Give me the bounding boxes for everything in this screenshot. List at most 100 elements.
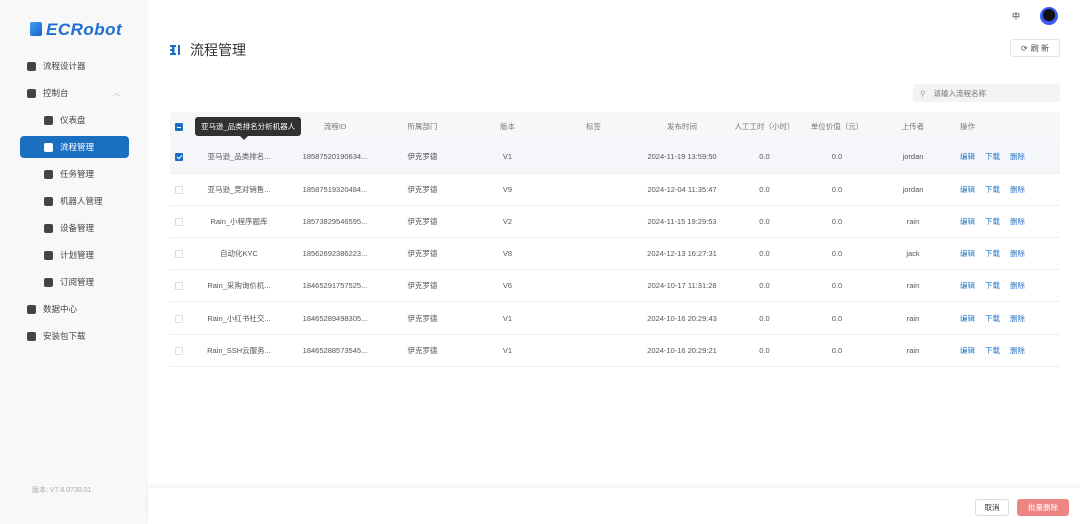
search-input[interactable] bbox=[933, 88, 1044, 98]
download-link[interactable]: 下载 bbox=[985, 152, 1000, 161]
delete-link[interactable]: 删除 bbox=[1010, 152, 1025, 161]
search-icon: ⚲ bbox=[920, 88, 926, 98]
edit-link[interactable]: 编辑 bbox=[960, 217, 975, 226]
edit-link[interactable]: 编辑 bbox=[960, 152, 975, 161]
cell-tag bbox=[550, 205, 637, 239]
row-checkbox[interactable] bbox=[175, 346, 183, 355]
cell-actions: 编辑 下载 删除 bbox=[954, 141, 1060, 174]
cell-id: 18573829546595... bbox=[290, 205, 380, 239]
delete-link[interactable]: 删除 bbox=[1010, 185, 1025, 194]
cell-name: 亚马逊_竞对销售... bbox=[188, 173, 290, 206]
download-link[interactable]: 下载 bbox=[985, 185, 1000, 194]
sidebar-item-label: 订阅管理 bbox=[60, 277, 95, 287]
sidebar-item[interactable]: 任务管理 bbox=[0, 163, 148, 185]
download-link[interactable]: 下载 bbox=[985, 281, 1000, 290]
table-row[interactable]: Rain_小红书社交... 18465289498305... 伊克罗德 V1 2024… bbox=[170, 301, 1060, 335]
refresh-icon: ⟳ bbox=[1021, 43, 1028, 53]
cell-actions: 编辑 下载 删除 bbox=[954, 334, 1060, 367]
edit-link[interactable]: 编辑 bbox=[960, 281, 975, 290]
sidebar-item-label: 控制台 bbox=[43, 88, 69, 98]
column-header: 标签 bbox=[550, 112, 637, 141]
cell-version: V8 bbox=[465, 237, 550, 271]
row-checkbox[interactable] bbox=[175, 250, 183, 259]
sidebar-item-label: 任务管理 bbox=[60, 169, 95, 179]
cancel-button[interactable]: 取消 bbox=[975, 499, 1009, 516]
sidebar-item-label: 流程管理 bbox=[60, 142, 95, 152]
column-header: 单位价值（元） bbox=[802, 112, 872, 141]
cell-time: 2024-11-15 19:29:53 bbox=[637, 205, 727, 239]
edit-link[interactable]: 编辑 bbox=[960, 249, 975, 258]
search-box[interactable]: ⚲ bbox=[913, 84, 1060, 102]
delete-link[interactable]: 删除 bbox=[1010, 281, 1025, 290]
sidebar-item[interactable]: 流程管理 bbox=[20, 136, 129, 158]
sidebar-item[interactable]: 安装包下载 bbox=[0, 325, 148, 347]
avatar[interactable] bbox=[1040, 7, 1058, 25]
bar-chart-icon bbox=[27, 304, 36, 314]
download-link[interactable]: 下载 bbox=[985, 249, 1000, 258]
calendar-icon bbox=[44, 250, 53, 260]
table-row[interactable]: Rain_小程序题库 18573829546595... 伊克罗德 V2 2024-11… bbox=[170, 205, 1060, 239]
cell-id: 18562692386223... bbox=[290, 237, 380, 271]
delete-link[interactable]: 删除 bbox=[1010, 249, 1025, 258]
cell-value: 0.0 bbox=[802, 173, 872, 206]
version-label: 版本: V7.8.0730.01 bbox=[32, 487, 92, 494]
row-checkbox[interactable] bbox=[175, 282, 183, 291]
edit-link[interactable]: 编辑 bbox=[960, 346, 975, 355]
delete-link[interactable]: 删除 bbox=[1010, 346, 1025, 355]
sidebar-item-label: 数据中心 bbox=[43, 304, 78, 314]
row-checkbox[interactable] bbox=[175, 185, 183, 194]
logo: ECRobot bbox=[30, 20, 122, 40]
sidebar-item[interactable]: 订阅管理 bbox=[0, 271, 148, 293]
download-link[interactable]: 下载 bbox=[985, 314, 1000, 323]
cell-version: V2 bbox=[465, 205, 550, 239]
row-select-cell bbox=[170, 237, 188, 271]
sidebar-item-label: 计划管理 bbox=[60, 250, 95, 260]
chevron-up-icon[interactable]: ︿ bbox=[113, 88, 120, 98]
sidebar-item[interactable]: 流程设计器 bbox=[0, 55, 148, 77]
cell-value: 0.0 bbox=[802, 205, 872, 239]
row-select-cell bbox=[170, 334, 188, 367]
robot-icon bbox=[44, 196, 53, 206]
cell-time: 2024-10-16 20:29:43 bbox=[637, 301, 727, 335]
row-checkbox[interactable] bbox=[175, 153, 183, 162]
cell-name: Rain_SSH云服务... bbox=[188, 334, 290, 367]
sidebar-item-label: 安装包下载 bbox=[43, 331, 86, 341]
row-checkbox[interactable] bbox=[175, 217, 183, 226]
sidebar-item[interactable]: 机器人管理 bbox=[0, 190, 148, 212]
select-all-cell bbox=[170, 112, 188, 141]
download-link[interactable]: 下载 bbox=[985, 217, 1000, 226]
sidebar-item[interactable]: 设备管理 bbox=[0, 217, 148, 239]
refresh-button[interactable]: ⟳ 刷 新 bbox=[1010, 39, 1060, 57]
logo-icon bbox=[30, 22, 42, 36]
tooltip: 亚马逊_品类排名分析机器人 bbox=[195, 117, 302, 140]
column-header: 操作 bbox=[954, 112, 1060, 141]
table-row[interactable]: Rain_SSH云服务... 18465288573545... 伊克罗德 V1 202… bbox=[170, 334, 1060, 367]
cell-tag bbox=[550, 237, 637, 271]
table-row[interactable]: 亚马逊_品类排名... 18587520190634... 伊克罗德 V1 2024-1… bbox=[170, 141, 1060, 174]
language-switch[interactable]: 中 bbox=[1012, 11, 1020, 22]
download-link[interactable]: 下载 bbox=[985, 346, 1000, 355]
table-row[interactable]: 亚马逊_竞对销售... 18587519320484... 伊克罗德 V9 2024-1… bbox=[170, 173, 1060, 206]
delete-link[interactable]: 删除 bbox=[1010, 217, 1025, 226]
row-select-cell bbox=[170, 173, 188, 206]
batch-delete-button[interactable]: 批量删除 bbox=[1017, 499, 1069, 516]
cell-actions: 编辑 下载 删除 bbox=[954, 301, 1060, 335]
cell-uploader: rain bbox=[872, 269, 954, 303]
cell-name: 自动化KYC bbox=[188, 237, 290, 271]
cell-id: 18465291757525... bbox=[290, 269, 380, 303]
table-row[interactable]: Rain_采购询价机... 18465291757525... 伊克罗德 V6 2024… bbox=[170, 269, 1060, 303]
sidebar-item[interactable]: 数据中心 bbox=[0, 298, 148, 320]
edit-link[interactable]: 编辑 bbox=[960, 185, 975, 194]
cell-version: V9 bbox=[465, 173, 550, 206]
edit-link[interactable]: 编辑 bbox=[960, 314, 975, 323]
sidebar-item[interactable]: 计划管理 bbox=[0, 244, 148, 266]
table-row[interactable]: 自动化KYC 18562692386223... 伊克罗德 V8 2024-12-13 … bbox=[170, 237, 1060, 271]
delete-link[interactable]: 删除 bbox=[1010, 314, 1025, 323]
row-checkbox[interactable] bbox=[175, 314, 183, 323]
sidebar-item[interactable]: 控制台 ︿ bbox=[0, 82, 148, 104]
select-all-checkbox[interactable] bbox=[175, 123, 183, 131]
cell-uploader: rain bbox=[872, 334, 954, 367]
sidebar-item[interactable]: 仪表盘 bbox=[0, 109, 148, 131]
cell-time: 2024-12-13 16:27:31 bbox=[637, 237, 727, 271]
column-header: 发布时间 bbox=[637, 112, 727, 141]
